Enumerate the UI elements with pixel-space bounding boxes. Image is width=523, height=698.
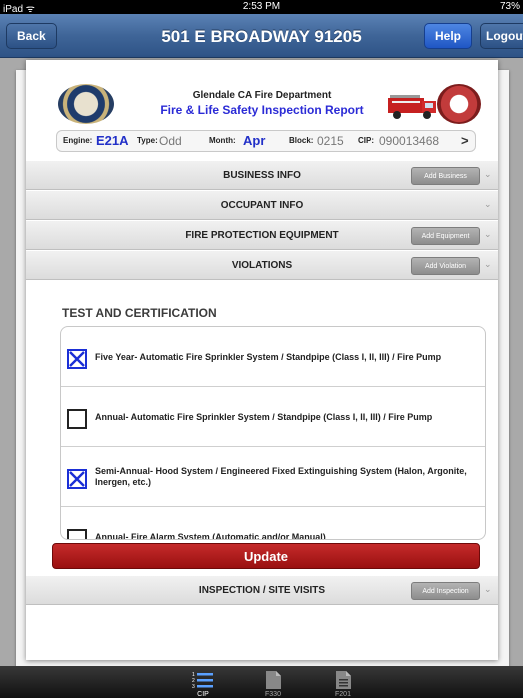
- chevron-down-icon[interactable]: ⌄: [484, 259, 492, 270]
- section-inspection-site-visits[interactable]: INSPECTION / SITE VISITS Add Inspection …: [26, 575, 498, 605]
- section-violations[interactable]: VIOLATIONS Add Violation ⌄: [26, 250, 498, 280]
- type-value: Odd: [159, 134, 182, 148]
- fire-department-badge-logo: [437, 84, 481, 124]
- fire-truck-icon: [388, 95, 436, 119]
- list-item[interactable]: Five Year- Automatic Fire Sprinkler Syst…: [61, 327, 485, 387]
- battery-level: 73%: [499, 1, 520, 12]
- checkbox-checked[interactable]: [67, 469, 87, 489]
- report-header: Glendale CA Fire Department Fire & Life …: [26, 60, 498, 160]
- cip-label: CIP:: [358, 136, 374, 145]
- checkbox-checked[interactable]: [67, 349, 87, 369]
- clock: 2:53 PM: [242, 1, 281, 12]
- update-button[interactable]: Update: [52, 543, 480, 569]
- report-sheet: Glendale CA Fire Department Fire & Life …: [26, 60, 498, 660]
- checkbox-unchecked[interactable]: [67, 529, 87, 539]
- month-value: Apr: [243, 133, 266, 148]
- test-certification-list: Five Year- Automatic Fire Sprinkler Syst…: [60, 326, 486, 540]
- tab-cip[interactable]: 1 2 3 CIP: [178, 666, 228, 698]
- tab-label: F330: [265, 691, 281, 698]
- tab-label: F201: [335, 691, 351, 698]
- tab-bar: 1 2 3 CIP F330 F201: [0, 666, 523, 698]
- list-item[interactable]: Semi-Annual- Hood System / Engineered Fi…: [61, 447, 485, 507]
- document-icon: [266, 671, 281, 689]
- section-occupant-info[interactable]: OCCUPANT INFO ⌄: [26, 190, 498, 220]
- test-certification-title: TEST AND CERTIFICATION: [62, 306, 217, 320]
- tab-label: CIP: [197, 691, 209, 698]
- list-item-label: Annual- Automatic Fire Sprinkler System …: [95, 412, 433, 422]
- list-item-label: Annual- Fire Alarm System (Automatic and…: [95, 532, 326, 540]
- svg-text:3: 3: [192, 684, 195, 690]
- block-label: Block:: [289, 136, 314, 145]
- navigation-bar: Back 501 E BROADWAY 91205 Help Logout: [0, 14, 523, 58]
- block-value: 0215: [317, 134, 344, 148]
- section-business-info[interactable]: BUSINESS INFO Add Business ⌄: [26, 160, 498, 190]
- tab-f330[interactable]: F330: [248, 666, 298, 698]
- section-fire-protection-equipment[interactable]: FIRE PROTECTION EQUIPMENT Add Equipment …: [26, 220, 498, 250]
- chevron-down-icon[interactable]: ⌄: [484, 229, 492, 240]
- list-item-label: Semi-Annual- Hood System / Engineered Fi…: [95, 466, 467, 487]
- list-item[interactable]: Annual- Fire Alarm System (Automatic and…: [61, 507, 485, 540]
- cip-value: 090013468: [379, 134, 440, 148]
- add-violation-button[interactable]: Add Violation: [411, 257, 480, 275]
- add-business-button[interactable]: Add Business: [411, 167, 480, 185]
- status-bar: iPad ᯤ 2:53 PM 73%: [0, 0, 523, 15]
- engine-value: E21A: [96, 133, 129, 148]
- checkbox-unchecked[interactable]: [67, 409, 87, 429]
- add-inspection-button[interactable]: Add Inspection: [411, 582, 480, 600]
- type-label: Type:: [137, 136, 158, 145]
- engine-label: Engine:: [63, 136, 93, 145]
- add-equipment-button[interactable]: Add Equipment: [411, 227, 480, 245]
- chevron-down-icon[interactable]: ⌄: [484, 199, 492, 210]
- list-item-label: Five Year- Automatic Fire Sprinkler Syst…: [95, 352, 442, 362]
- list-item[interactable]: Annual- Automatic Fire Sprinkler System …: [61, 387, 485, 447]
- tab-f201[interactable]: F201: [318, 666, 368, 698]
- month-label: Month:: [209, 136, 236, 145]
- chevron-down-icon[interactable]: ⌄: [484, 169, 492, 180]
- logout-button[interactable]: Logout: [480, 23, 523, 49]
- chevron-right-icon: >: [461, 133, 469, 148]
- section-title: OCCUPANT INFO: [220, 200, 304, 211]
- chevron-down-icon[interactable]: ⌄: [484, 584, 492, 595]
- document-lines-icon: [336, 671, 351, 689]
- list-icon: 1 2 3: [192, 672, 213, 690]
- help-button[interactable]: Help: [424, 23, 473, 49]
- assignment-info-row[interactable]: Engine: E21A Type: Odd Month: Apr Block:…: [56, 130, 476, 152]
